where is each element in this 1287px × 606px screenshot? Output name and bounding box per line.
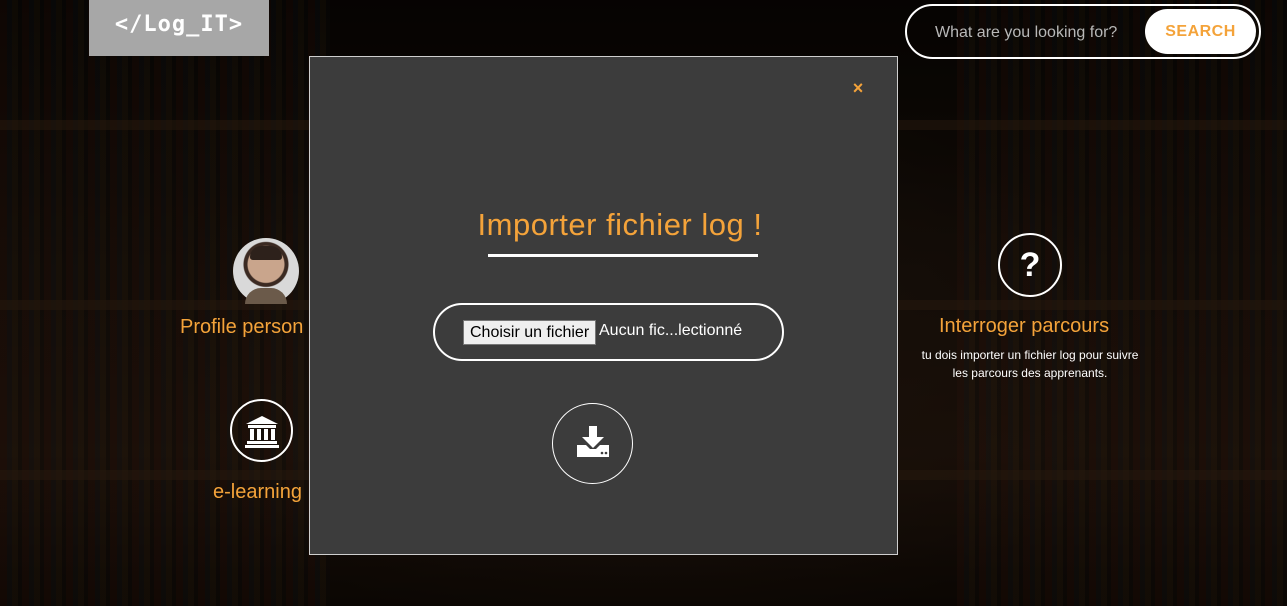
feature-description-line: tu dois importer un fichier log pour sui… (921, 348, 1139, 362)
institution-icon[interactable] (230, 399, 293, 462)
file-input-wrapper: Choisir un fichier Aucun fic...lectionné (433, 303, 784, 361)
import-submit-button[interactable] (552, 403, 633, 484)
feature-title-interroger[interactable]: Interroger parcours (939, 315, 1109, 338)
avatar-shirt (245, 288, 287, 304)
question-icon[interactable]: ? (998, 233, 1062, 297)
question-mark-glyph: ? (1019, 246, 1041, 284)
feature-title-elearning[interactable]: e-learning (213, 481, 302, 504)
profile-avatar[interactable] (233, 238, 299, 304)
avatar-hair (250, 246, 282, 260)
search-input[interactable] (933, 16, 1147, 50)
close-icon[interactable]: × (848, 78, 868, 98)
institution-icon-svg (244, 415, 279, 448)
search-button[interactable]: SEARCH (1145, 9, 1256, 54)
download-icon (577, 426, 609, 457)
feature-description-line: les parcours des apprenants. (952, 366, 1108, 380)
search-bar: SEARCH (905, 4, 1261, 59)
site-logo[interactable]: </Log_IT> (89, 0, 269, 56)
title-underline (488, 254, 758, 257)
logo-text: </Log_IT> (114, 11, 244, 37)
feature-description: tu dois importer un fichier log pour sui… (905, 346, 1155, 382)
modal-title: Importer fichier log ! (477, 207, 763, 242)
choose-file-button[interactable]: Choisir un fichier (463, 320, 597, 345)
feature-title-profile[interactable]: Profile person (180, 316, 303, 339)
selected-file-name: Aucun fic...lectionné (599, 322, 743, 339)
